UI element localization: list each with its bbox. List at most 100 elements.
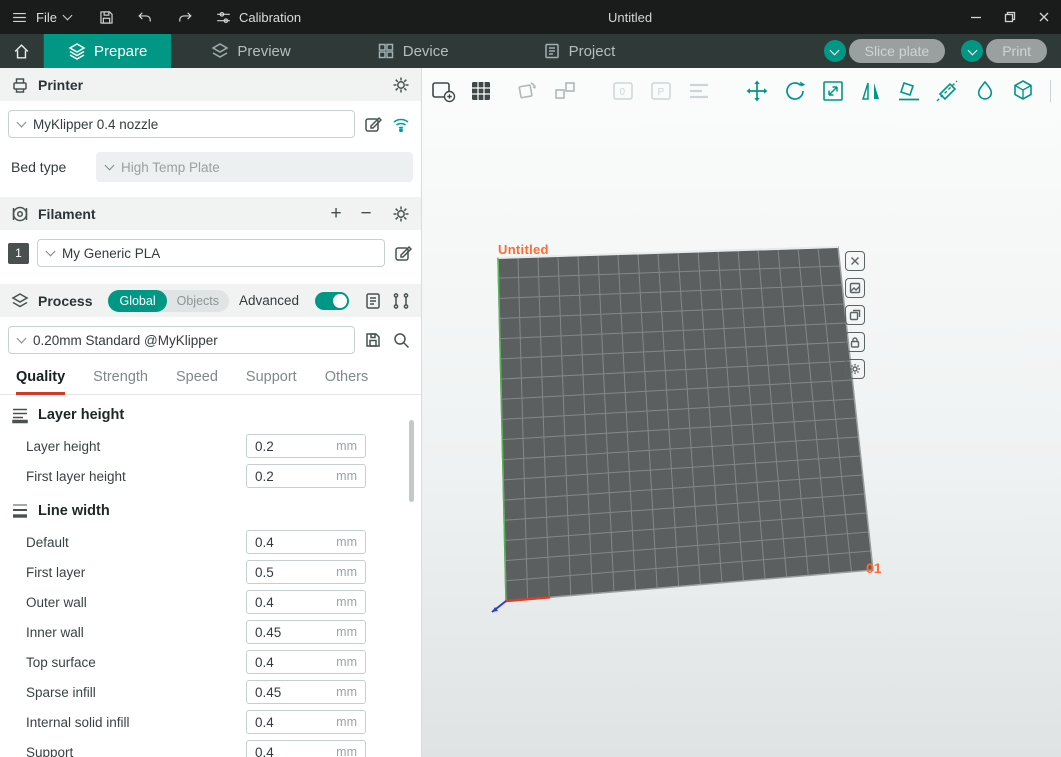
filament-icon — [10, 204, 30, 224]
advanced-toggle[interactable] — [315, 292, 349, 310]
tab-prepare[interactable]: Prepare — [44, 34, 171, 68]
param-value-input[interactable] — [255, 625, 332, 640]
scope-global-button[interactable]: Global — [108, 290, 166, 312]
param-input[interactable]: mm — [246, 434, 366, 458]
save-icon[interactable] — [97, 8, 116, 27]
file-menu[interactable]: File — [10, 8, 71, 27]
toolbar-divider — [1050, 80, 1051, 102]
param-label: Sparse infill — [26, 685, 246, 700]
tab-strength[interactable]: Strength — [93, 359, 148, 395]
mirror-icon[interactable] — [858, 78, 884, 104]
tab-quality[interactable]: Quality — [16, 359, 65, 395]
scale-icon[interactable] — [820, 78, 846, 104]
tab-others[interactable]: Others — [325, 359, 369, 395]
param-label: Default — [26, 535, 246, 550]
slice-options-button[interactable] — [824, 40, 846, 62]
printer-preset-select[interactable]: MyKlipper 0.4 nozzle — [8, 110, 355, 138]
param-input[interactable]: mm — [246, 464, 366, 488]
param-row: Outer wall mm — [0, 587, 421, 617]
assembly-icon[interactable] — [1010, 78, 1036, 104]
hamburger-icon — [10, 8, 29, 27]
param-value-input[interactable] — [255, 535, 332, 550]
slice-plate-button[interactable]: Slice plate — [849, 39, 946, 63]
home-button[interactable] — [0, 34, 44, 68]
param-input[interactable]: mm — [246, 590, 366, 614]
remove-filament-button[interactable]: − — [355, 204, 377, 224]
param-input[interactable]: mm — [246, 530, 366, 554]
lay-on-face-icon[interactable] — [896, 78, 922, 104]
tab-project[interactable]: Project — [519, 34, 640, 68]
add-plate-icon[interactable] — [430, 78, 456, 104]
tab-speed[interactable]: Speed — [176, 359, 218, 395]
variable-layer-height-icon[interactable] — [686, 78, 712, 104]
minimize-button[interactable] — [959, 0, 993, 34]
move-icon[interactable] — [744, 78, 770, 104]
filament-index-badge[interactable]: 1 — [8, 243, 29, 264]
param-value-input[interactable] — [255, 745, 332, 757]
tab-preview[interactable]: Preview — [187, 34, 314, 68]
param-value-input[interactable] — [255, 469, 332, 484]
param-value-input[interactable] — [255, 595, 332, 610]
printer-settings-gear-icon[interactable] — [391, 75, 411, 95]
param-unit: mm — [336, 625, 357, 639]
split-to-objects-icon[interactable]: 0 — [610, 78, 636, 104]
param-input[interactable]: mm — [246, 620, 366, 644]
cut-icon[interactable] — [934, 78, 960, 104]
bed-type-select[interactable]: High Temp Plate — [96, 152, 413, 182]
param-value-input[interactable] — [255, 655, 332, 670]
arrange-objects-icon[interactable] — [552, 78, 578, 104]
print-options-button[interactable] — [961, 40, 983, 62]
close-button[interactable] — [1027, 0, 1061, 34]
filament-settings-gear-icon[interactable] — [391, 204, 411, 224]
add-filament-button[interactable]: + — [325, 204, 347, 224]
edit-filament-icon[interactable] — [393, 243, 413, 263]
lock-plate-button[interactable] — [845, 332, 865, 352]
param-input[interactable]: mm — [246, 710, 366, 734]
print-button[interactable]: Print — [986, 39, 1047, 63]
scope-objects-button[interactable]: Objects — [167, 294, 229, 308]
build-plate[interactable] — [422, 68, 1061, 757]
filament-preset-select[interactable]: My Generic PLA — [37, 239, 385, 267]
process-section-header: Process Global Objects Advanced — [0, 284, 421, 317]
process-preset-select[interactable]: 0.20mm Standard @MyKlipper — [8, 326, 355, 354]
param-value-input[interactable] — [255, 685, 332, 700]
param-label: Internal solid infill — [26, 715, 246, 730]
color-paint-icon[interactable] — [972, 78, 998, 104]
edit-printer-icon[interactable] — [363, 114, 383, 134]
auto-orient-icon[interactable] — [514, 78, 540, 104]
arrange-plates-icon[interactable] — [468, 78, 494, 104]
search-icon[interactable] — [391, 330, 411, 350]
plate-name-label[interactable]: Untitled — [498, 242, 549, 257]
split-to-parts-icon[interactable]: P — [648, 78, 674, 104]
param-value-input[interactable] — [255, 715, 332, 730]
tab-device[interactable]: Device — [353, 34, 473, 68]
tab-support[interactable]: Support — [246, 359, 297, 395]
chevron-down-icon — [46, 247, 56, 257]
name-plate-button[interactable] — [845, 305, 865, 325]
printer-section-header: Printer — [0, 68, 421, 101]
scrollbar-thumb[interactable] — [409, 420, 414, 502]
line-width-icon — [10, 501, 30, 521]
wifi-connection-icon[interactable] — [391, 114, 411, 134]
param-label: Support — [26, 745, 246, 757]
viewport-3d[interactable]: 0 P Ta Untitled 01 — [422, 68, 1061, 757]
preset-list-icon[interactable] — [363, 291, 383, 311]
delete-plate-button[interactable] — [845, 251, 865, 271]
plate-settings-button[interactable] — [845, 359, 865, 379]
restore-button[interactable] — [993, 0, 1027, 34]
redo-icon[interactable] — [175, 8, 194, 27]
param-input[interactable]: mm — [246, 650, 366, 674]
param-input[interactable]: mm — [246, 560, 366, 584]
set-plate-image-button[interactable] — [845, 278, 865, 298]
sidebar: Printer MyKlipper 0.4 nozzle Bed type Hi… — [0, 68, 422, 757]
param-input[interactable]: mm — [246, 740, 366, 757]
param-value-input[interactable] — [255, 565, 332, 580]
save-preset-icon[interactable] — [363, 330, 383, 350]
undo-icon[interactable] — [136, 8, 155, 27]
calibration-menu[interactable]: Calibration — [214, 8, 301, 27]
param-value-input[interactable] — [255, 439, 332, 454]
param-input[interactable]: mm — [246, 680, 366, 704]
compare-presets-icon[interactable] — [391, 291, 411, 311]
rotate-icon[interactable] — [782, 78, 808, 104]
process-preset-value: 0.20mm Standard @MyKlipper — [33, 333, 218, 348]
